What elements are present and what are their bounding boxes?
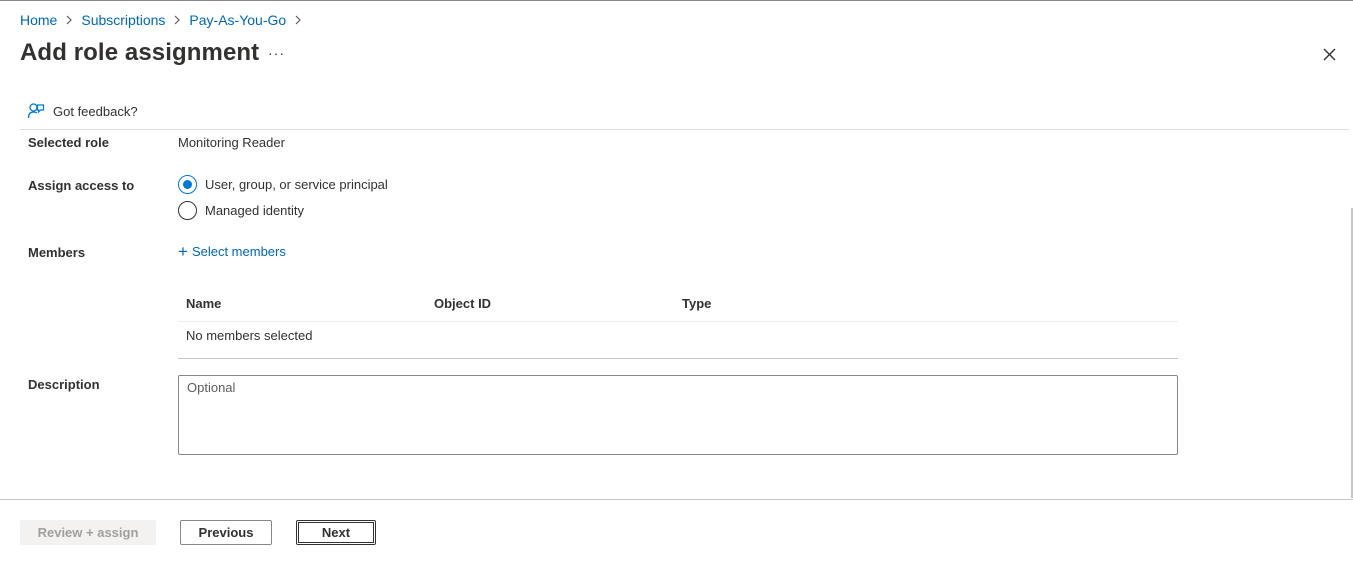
page: Home Subscriptions Pay-As-You-Go Add rol… <box>0 0 1353 567</box>
feedback-icon <box>27 103 45 119</box>
close-icon <box>1323 48 1335 60</box>
divider <box>20 129 1350 130</box>
selected-role-value: Monitoring Reader <box>178 135 285 150</box>
chevron-right-icon <box>65 15 73 25</box>
breadcrumb-pay-as-you-go[interactable]: Pay-As-You-Go <box>189 12 286 28</box>
radio-user-group-principal[interactable]: User, group, or service principal <box>178 175 388 194</box>
page-title: Add role assignment <box>20 39 260 66</box>
column-header-type: Type <box>682 296 712 311</box>
description-input[interactable] <box>178 375 1178 455</box>
table-header-divider <box>178 321 1178 322</box>
table-bottom-divider <box>178 358 1178 359</box>
select-members-link[interactable]: + Select members <box>178 243 286 260</box>
feedback-label: Got feedback? <box>53 103 138 119</box>
radio-label: Managed identity <box>205 203 305 218</box>
breadcrumb-subscriptions[interactable]: Subscriptions <box>81 12 165 28</box>
radio-managed-identity[interactable]: Managed identity <box>178 201 304 220</box>
previous-button[interactable]: Previous <box>180 520 272 545</box>
selected-role-label: Selected role <box>28 135 109 150</box>
members-label: Members <box>28 245 86 260</box>
radio-checked-icon <box>178 175 197 194</box>
breadcrumb-home[interactable]: Home <box>20 12 57 28</box>
plus-icon: + <box>178 242 188 261</box>
column-header-name: Name <box>186 296 222 311</box>
assign-access-label: Assign access to <box>28 178 135 193</box>
chevron-right-icon <box>173 15 181 25</box>
breadcrumb: Home Subscriptions Pay-As-You-Go <box>20 12 310 28</box>
review-assign-button[interactable]: Review + assign <box>20 520 156 545</box>
description-label: Description <box>28 377 100 392</box>
close-button[interactable] <box>1318 43 1340 65</box>
radio-unchecked-icon <box>178 201 197 220</box>
footer-divider <box>0 499 1353 500</box>
next-button[interactable]: Next <box>296 520 376 545</box>
chevron-right-icon <box>294 15 302 25</box>
column-header-object-id: Object ID <box>434 296 492 311</box>
more-options-button[interactable]: ··· <box>268 45 285 61</box>
select-members-label: Select members <box>191 244 286 259</box>
empty-members-text: No members selected <box>186 328 313 343</box>
feedback-button[interactable]: Got feedback? <box>27 102 138 120</box>
radio-label: User, group, or service principal <box>205 177 388 192</box>
